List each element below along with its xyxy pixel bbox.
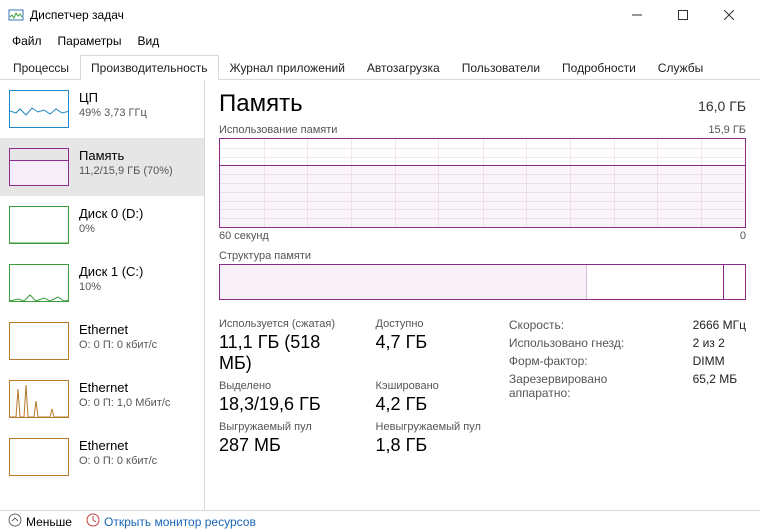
open-resource-monitor-label: Открыть монитор ресурсов [104,515,256,529]
tabbar: Процессы Производительность Журнал прило… [0,52,760,80]
stat-value: 4,2 ГБ [376,394,481,415]
sidebar-item-eth2[interactable]: Ethernet О: 0 П: 0 кбит/с [0,428,204,486]
fewer-details-button[interactable]: Меньше [8,513,72,530]
stats-right: Скорость: 2666 МГц Использовано гнезд: 2… [509,318,746,456]
open-resource-monitor-link[interactable]: Открыть монитор ресурсов [86,513,256,530]
stat-label: Доступно [376,318,481,330]
sidebar: ЦП 49% 3,73 ГГц Память 11,2/15,9 ГБ (70%… [0,80,205,510]
page-title: Память [219,90,303,118]
stat-available: Доступно 4,7 ГБ [376,318,481,374]
stat-label: Невыгружаемый пул [376,421,481,433]
composition-label: Структура памяти [219,250,311,262]
maximize-button[interactable] [660,0,706,30]
minimize-button[interactable] [614,0,660,30]
menu-options[interactable]: Параметры [50,32,130,50]
tab-services[interactable]: Службы [647,55,714,80]
memory-composition-chart [219,264,746,300]
resource-monitor-icon [86,513,100,530]
usage-chart-label-left: Использование памяти [219,124,337,136]
statusbar: Меньше Открыть монитор ресурсов [0,510,760,532]
stat-slots-label: Использовано гнезд: [509,336,663,350]
stat-value: 287 МБ [219,435,348,456]
titlebar: Диспетчер задач [0,0,760,30]
sidebar-item-eth1[interactable]: Ethernet О: 0 П: 1,0 Мбит/с [0,370,204,428]
window-controls [614,0,752,30]
sidebar-item-sub: 49% 3,73 ГГц [79,107,147,119]
tab-details[interactable]: Подробности [551,55,647,80]
ethernet-sparkline-icon [9,380,69,418]
stat-cached: Кэшировано 4,2 ГБ [376,380,481,415]
app-icon [8,7,24,23]
composition-label-row: Структура памяти [219,250,746,262]
sidebar-item-label: Диск 0 (D:) [79,206,143,221]
usage-chart-axis: 60 секунд 0 [219,230,746,242]
sidebar-item-eth0[interactable]: Ethernet О: 0 П: 0 кбит/с [0,312,204,370]
sidebar-item-label: Диск 1 (C:) [79,264,143,279]
tab-users[interactable]: Пользователи [451,55,551,80]
disk-sparkline-icon [9,264,69,302]
stat-value: 4,7 ГБ [376,332,481,353]
sidebar-item-disk0[interactable]: Диск 0 (D:) 0% [0,196,204,254]
stat-nonpaged: Невыгружаемый пул 1,8 ГБ [376,421,481,456]
sidebar-item-sub: 11,2/15,9 ГБ (70%) [79,165,173,177]
stat-speed-label: Скорость: [509,318,663,332]
sidebar-item-sub: О: 0 П: 1,0 Мбит/с [79,397,170,409]
close-button[interactable] [706,0,752,30]
sidebar-item-sub: 0% [79,223,143,235]
stats-grid: Используется (сжатая) 11,1 ГБ (518 МБ) Д… [219,318,746,456]
stat-reserved-value: 65,2 МБ [693,372,746,400]
stat-form-label: Форм-фактор: [509,354,663,368]
tab-processes[interactable]: Процессы [2,55,80,80]
memory-usage-chart [219,138,746,228]
sidebar-item-sub: О: 0 П: 0 кбит/с [79,339,157,351]
sidebar-item-label: Память [79,148,173,163]
stat-speed-value: 2666 МГц [693,318,746,332]
sidebar-item-memory[interactable]: Память 11,2/15,9 ГБ (70%) [0,138,204,196]
stat-in-use: Используется (сжатая) 11,1 ГБ (518 МБ) [219,318,348,374]
sidebar-item-sub: О: 0 П: 0 кбит/с [79,455,157,467]
stat-reserved-label: Зарезервировано аппаратно: [509,372,663,400]
stat-committed: Выделено 18,3/19,6 ГБ [219,380,348,415]
chevron-up-icon [8,513,22,530]
stat-value: 18,3/19,6 ГБ [219,394,348,415]
stat-label: Выгружаемый пул [219,421,348,433]
stat-label: Используется (сжатая) [219,318,348,330]
stats-left: Используется (сжатая) 11,1 ГБ (518 МБ) Д… [219,318,481,456]
tab-app-history[interactable]: Журнал приложений [219,55,356,80]
menubar: Файл Параметры Вид [0,30,760,52]
fewer-details-label: Меньше [26,515,72,529]
tab-performance[interactable]: Производительность [80,55,218,80]
sidebar-item-sub: 10% [79,281,143,293]
stat-label: Кэшировано [376,380,481,392]
axis-left: 60 секунд [219,230,269,242]
sidebar-item-label: ЦП [79,90,147,105]
axis-right: 0 [740,230,746,242]
main-panel: Память 16,0 ГБ Использование памяти 15,9… [205,80,760,510]
usage-chart-label-right: 15,9 ГБ [708,124,746,136]
sidebar-item-cpu[interactable]: ЦП 49% 3,73 ГГц [0,80,204,138]
sidebar-item-label: Ethernet [79,380,170,395]
tab-startup[interactable]: Автозагрузка [356,55,451,80]
sidebar-item-disk1[interactable]: Диск 1 (C:) 10% [0,254,204,312]
cpu-sparkline-icon [9,90,69,128]
stat-slots-value: 2 из 2 [693,336,746,350]
menu-view[interactable]: Вид [129,32,167,50]
sidebar-item-label: Ethernet [79,322,157,337]
ethernet-sparkline-icon [9,322,69,360]
window-title: Диспетчер задач [30,8,614,22]
content: ЦП 49% 3,73 ГГц Память 11,2/15,9 ГБ (70%… [0,80,760,510]
sidebar-item-label: Ethernet [79,438,157,453]
disk-sparkline-icon [9,206,69,244]
stat-value: 1,8 ГБ [376,435,481,456]
usage-chart-labels: Использование памяти 15,9 ГБ [219,124,746,136]
menu-file[interactable]: Файл [4,32,50,50]
stat-label: Выделено [219,380,348,392]
ethernet-sparkline-icon [9,438,69,476]
memory-total: 16,0 ГБ [698,98,746,114]
stat-paged: Выгружаемый пул 287 МБ [219,421,348,456]
memory-sparkline-icon [9,148,69,186]
stat-value: 11,1 ГБ (518 МБ) [219,332,348,374]
stat-form-value: DIMM [693,354,746,368]
main-header: Память 16,0 ГБ [219,90,746,118]
